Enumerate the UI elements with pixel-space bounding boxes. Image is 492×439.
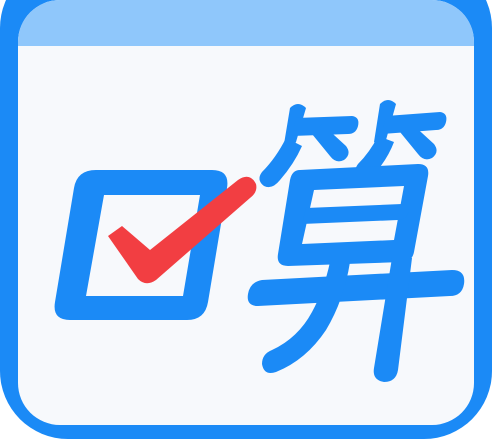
app-icon-graphic bbox=[0, 0, 492, 439]
header-band bbox=[18, 0, 474, 46]
app-icon bbox=[0, 0, 492, 439]
